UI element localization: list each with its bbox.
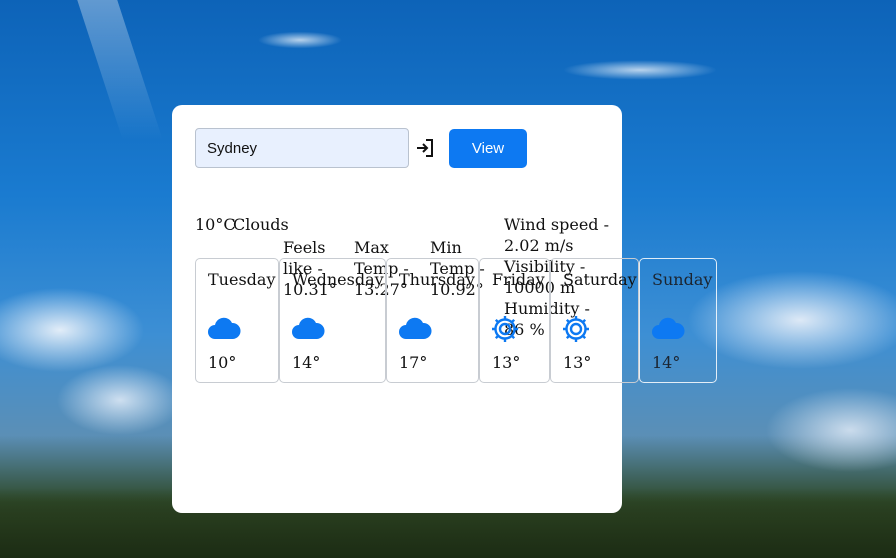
day-temp: 10°: [208, 353, 237, 372]
current-temperature: 10°C: [195, 215, 236, 234]
day-name: Friday: [492, 270, 545, 289]
forecast-day[interactable]: Wednesday 14°: [279, 258, 386, 383]
cloud-icon: [292, 317, 325, 339]
cloud-icon: [652, 317, 685, 339]
submit-arrow-icon[interactable]: [415, 138, 435, 158]
sun-icon: [563, 316, 589, 342]
day-temp: 13°: [492, 353, 521, 372]
forecast-strip: Tuesday 10° Wednesday 14° Thursday 17° F…: [0, 258, 896, 385]
day-temp: 14°: [652, 353, 681, 372]
day-name: Thursday: [399, 270, 475, 289]
day-name: Tuesday: [208, 270, 276, 289]
forecast-day[interactable]: Friday 13°: [479, 258, 550, 383]
cloud-icon: [208, 317, 241, 339]
current-condition: Clouds: [233, 215, 289, 234]
wind-speed: Wind speed - 2.02 m/s: [504, 215, 610, 255]
forecast-day[interactable]: Tuesday 10°: [195, 258, 279, 383]
sun-icon: [492, 316, 518, 342]
forecast-day[interactable]: Thursday 17°: [386, 258, 479, 383]
sun-ray: [77, 0, 163, 140]
day-temp: 13°: [563, 353, 592, 372]
cloud-icon: [399, 317, 432, 339]
forecast-day[interactable]: Saturday 13°: [550, 258, 639, 383]
day-name: Sunday: [652, 270, 713, 289]
day-name: Wednesday: [292, 270, 384, 289]
day-temp: 14°: [292, 353, 321, 372]
day-temp: 17°: [399, 353, 428, 372]
city-search-input[interactable]: [195, 128, 409, 168]
view-button[interactable]: View: [449, 129, 527, 168]
day-name: Saturday: [563, 270, 637, 289]
forecast-day[interactable]: Sunday 14°: [639, 258, 717, 383]
